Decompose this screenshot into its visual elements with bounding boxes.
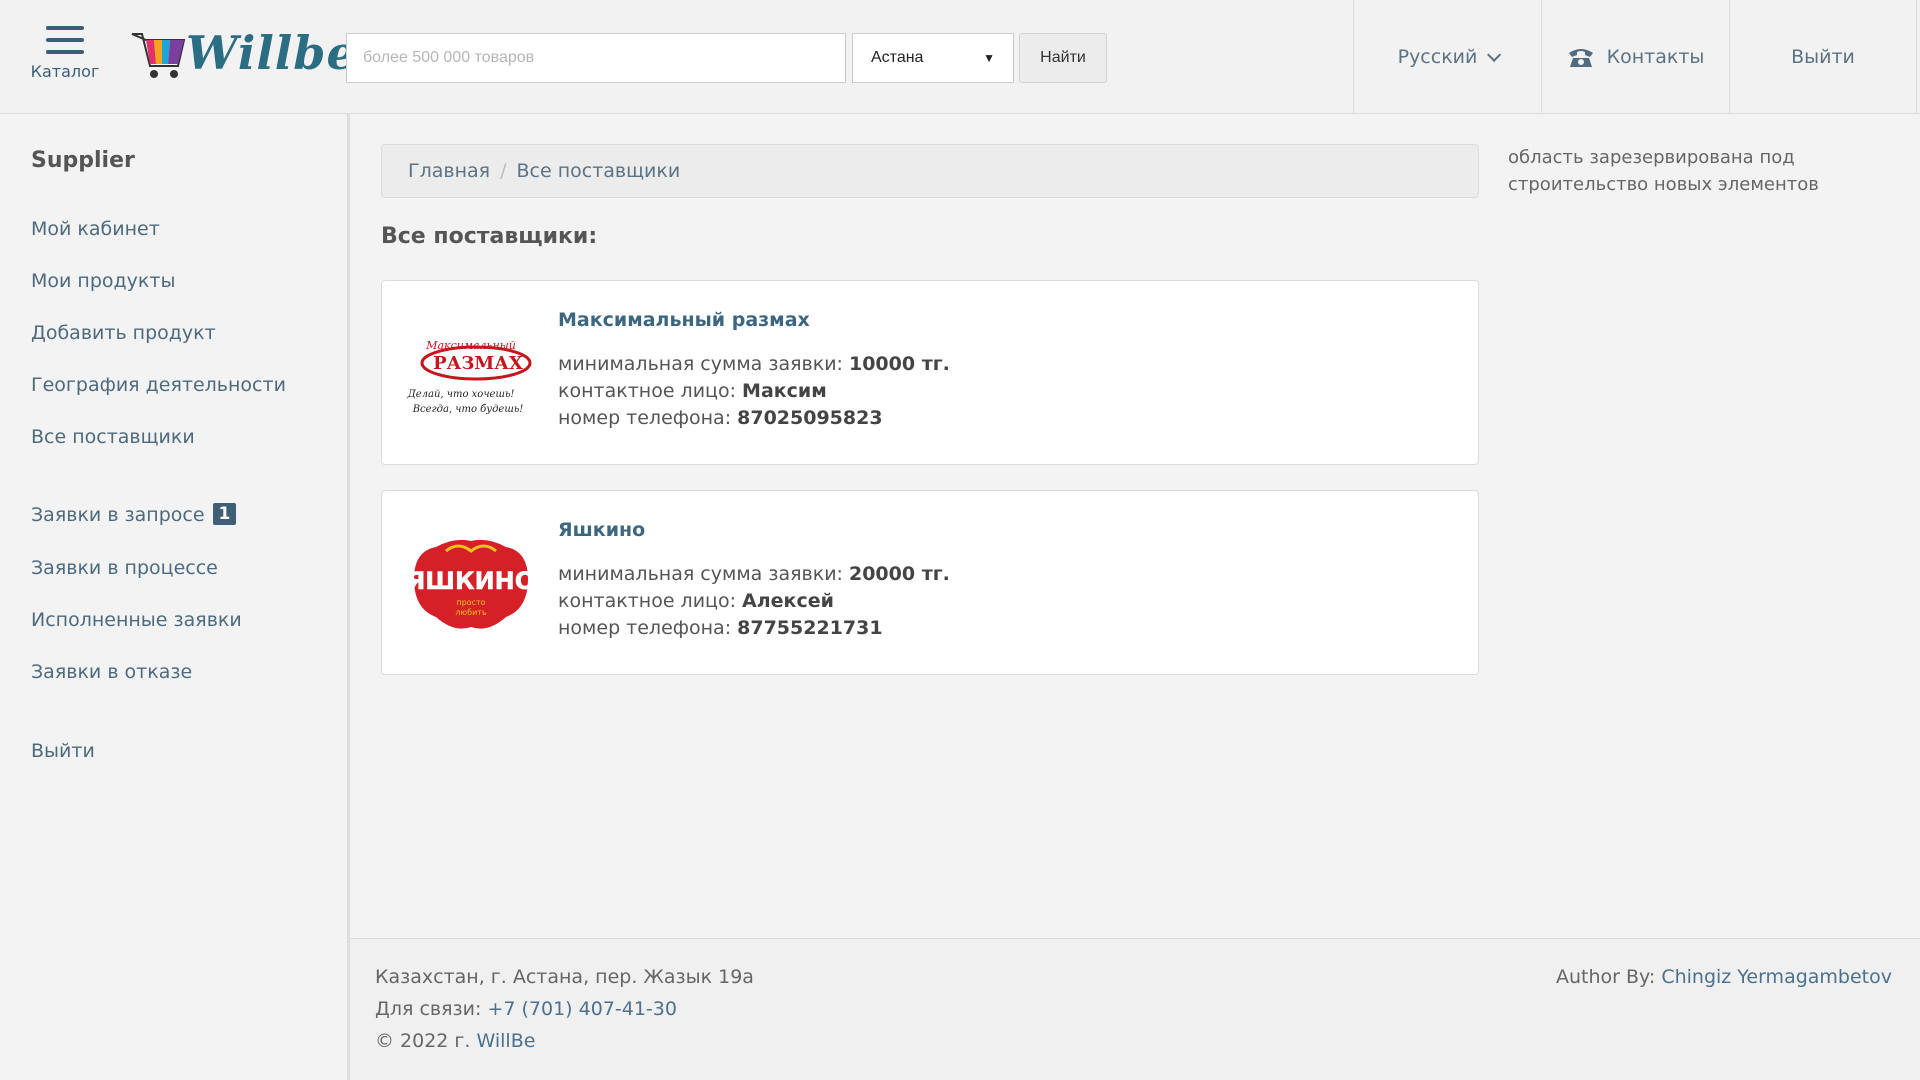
top-header: Каталог Willbe Астана ▼ Найти Русский Ко… (0, 0, 1920, 114)
sidebar-item-requests-rejected[interactable]: Заявки в отказе (31, 661, 192, 683)
sidebar-item-geography[interactable]: География деятельности (31, 374, 286, 396)
sidebar-item-add-product[interactable]: Добавить продукт (31, 322, 216, 344)
catalog-menu-button[interactable]: Каталог (28, 26, 102, 81)
supplier-card: Максимальный РАЗМАХ Делай, что хочешь! В… (381, 280, 1479, 465)
language-selector[interactable]: Русский (1353, 0, 1541, 114)
sidebar-title: Supplier (31, 148, 135, 173)
supplier-card: ЯШКИНО просто любить Яшкино минимальная … (381, 490, 1479, 675)
header-logout-link[interactable]: Выйти (1729, 0, 1917, 114)
contacts-label: Контакты (1606, 46, 1705, 68)
supplier-logo: ЯШКИНО просто любить (407, 539, 535, 629)
city-value: Астана (871, 49, 924, 66)
footer: Казахстан, г. Астана, пер. Жазык 19а Для… (350, 938, 1920, 1080)
phone-icon (1568, 49, 1593, 67)
sidebar-item-label: Заявки в запросе (31, 504, 205, 526)
search-input[interactable] (346, 33, 846, 83)
site-logo[interactable]: Willbe (128, 24, 356, 84)
breadcrumb-home[interactable]: Главная (408, 160, 490, 182)
svg-text:Всегда, что будешь!: Всегда, что будешь! (412, 404, 524, 415)
reserved-area-text: область зарезервирована под строительств… (1508, 147, 1819, 195)
city-select[interactable]: Астана ▼ (852, 33, 1014, 83)
phone-number: номер телефона: 87755221731 (558, 617, 883, 639)
sidebar-item-my-products[interactable]: Мои продукты (31, 270, 175, 292)
svg-text:РАЗМАХ: РАЗМАХ (433, 353, 523, 374)
sidebar: Supplier Мой кабинет Мои продукты Добави… (0, 114, 350, 1080)
footer-copyright: © 2022 г. WillBe (375, 1030, 536, 1052)
supplier-logo: Максимальный РАЗМАХ Делай, что хочешь! В… (407, 339, 532, 415)
svg-text:ЯШКИНО: ЯШКИНО (407, 567, 535, 595)
min-order-sum: минимальная сумма заявки: 10000 тг. (558, 353, 950, 375)
logout-label: Выйти (1791, 46, 1855, 68)
sidebar-item-logout[interactable]: Выйти (31, 740, 95, 762)
catalog-label: Каталог (30, 62, 100, 81)
contact-person: контактное лицо: Алексей (558, 590, 834, 612)
svg-text:просто: просто (456, 598, 485, 607)
footer-phone-link[interactable]: +7 (701) 407-41-30 (487, 998, 677, 1020)
sidebar-item-all-suppliers[interactable]: Все поставщики (31, 426, 195, 448)
breadcrumb-separator: / (500, 160, 507, 182)
footer-contact: Для связи: +7 (701) 407-41-30 (375, 998, 677, 1020)
page-title: Все поставщики: (381, 224, 598, 249)
breadcrumb-current: Все поставщики (516, 160, 681, 182)
chevron-down-icon: ▼ (983, 51, 995, 65)
footer-address: Казахстан, г. Астана, пер. Жазык 19а (375, 966, 754, 988)
footer-brand-link[interactable]: WillBe (477, 1030, 536, 1052)
breadcrumb: Главная / Все поставщики (381, 144, 1479, 198)
cart-icon (131, 33, 186, 78)
svg-text:любить: любить (455, 608, 487, 617)
chevron-down-icon (1487, 47, 1502, 62)
sidebar-item-requests-completed[interactable]: Исполненные заявки (31, 609, 242, 631)
author-link[interactable]: Chingiz Yermagambetov (1661, 966, 1892, 988)
count-badge: 1 (212, 503, 237, 525)
find-button[interactable]: Найти (1019, 33, 1107, 83)
sidebar-item-requests-pending[interactable]: Заявки в запросе 1 (31, 503, 237, 526)
sidebar-item-requests-in-progress[interactable]: Заявки в процессе (31, 557, 218, 579)
language-label: Русский (1397, 46, 1478, 68)
supplier-name-link[interactable]: Максимальный размах (558, 309, 810, 331)
min-order-sum: минимальная сумма заявки: 20000 тг. (558, 563, 950, 585)
logo-text: Willbe (186, 26, 357, 80)
svg-text:Делай, что хочешь!: Делай, что хочешь! (407, 389, 515, 400)
contact-person: контактное лицо: Максим (558, 380, 827, 402)
sidebar-item-my-cabinet[interactable]: Мой кабинет (31, 218, 160, 240)
supplier-name-link[interactable]: Яшкино (558, 519, 645, 541)
footer-author: Author By: Chingiz Yermagambetov (1555, 966, 1892, 988)
hamburger-icon (46, 26, 84, 54)
contacts-link[interactable]: Контакты (1541, 0, 1729, 114)
phone-number: номер телефона: 87025095823 (558, 407, 883, 429)
